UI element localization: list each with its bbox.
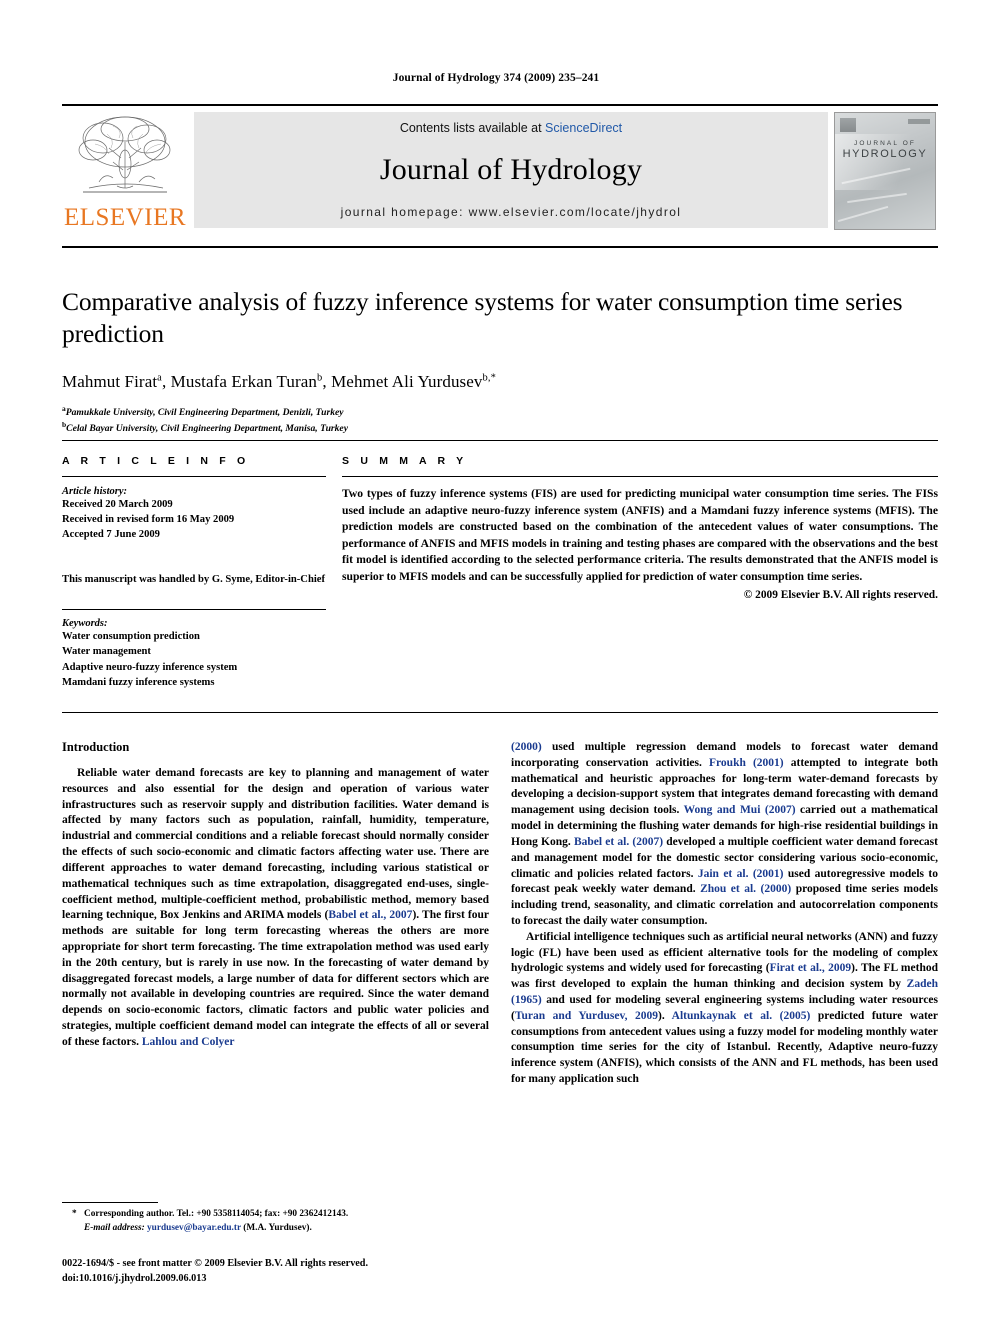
paragraph: (2000) used multiple regression demand m… bbox=[511, 740, 938, 930]
doi-line: doi:10.1016/j.jhydrol.2009.06.013 bbox=[62, 1272, 207, 1284]
summary-bottom-rule bbox=[62, 712, 938, 713]
article-history-item: Received 20 March 2009 bbox=[62, 499, 173, 510]
citation-link[interactable]: Turan and Yurdusev, 2009 bbox=[515, 1010, 658, 1022]
info-summary-columns: A R T I C L E I N F O Article history: R… bbox=[62, 455, 938, 691]
journal-homepage[interactable]: journal homepage: www.elsevier.com/locat… bbox=[341, 205, 682, 219]
corresponding-author-text: Corresponding author. Tel.: +90 53581140… bbox=[84, 1209, 349, 1219]
affiliation-list: aPamukkale University, Civil Engineering… bbox=[62, 404, 938, 436]
front-matter-line: 0022-1694/$ - see front matter © 2009 El… bbox=[62, 1258, 369, 1269]
citation-link[interactable]: Lahlou and Colyer bbox=[142, 1036, 235, 1048]
article-info-column: A R T I C L E I N F O Article history: R… bbox=[62, 455, 326, 691]
elsevier-wordmark: ELSEVIER bbox=[63, 204, 187, 231]
journal-cover-cell: JOURNAL OF HYDROLOGY bbox=[834, 112, 938, 232]
affiliation-item: aPamukkale University, Civil Engineering… bbox=[62, 404, 938, 420]
summary-heading: S U M M A R Y bbox=[342, 455, 468, 467]
footnote-marker-icon: * bbox=[72, 1209, 77, 1219]
article-history-item: Received in revised form 16 May 2009 bbox=[62, 514, 235, 526]
email-owner: (M.A. Yurdusev). bbox=[240, 1222, 312, 1233]
email-label: E-mail address: bbox=[84, 1222, 145, 1233]
cover-streak bbox=[847, 192, 907, 204]
article-history-label: Article history: bbox=[62, 486, 128, 497]
body-right-column: (2000) used multiple regression demand m… bbox=[511, 740, 938, 1088]
contents-available-line: Contents lists available at ScienceDirec… bbox=[400, 121, 622, 135]
summary-rule bbox=[342, 476, 938, 477]
keyword-item: Mamdani fuzzy inference systems bbox=[62, 677, 215, 689]
affiliation-text: Celal Bayar University, Civil Engineerin… bbox=[66, 423, 348, 435]
author-name: Mahmut Firat bbox=[62, 372, 158, 392]
citation-link[interactable]: Zhou et al. (2000) bbox=[700, 883, 791, 895]
cover-barcode-icon bbox=[908, 119, 930, 124]
paragraph: Reliable water demand forecasts are key … bbox=[62, 766, 489, 1051]
citation-link[interactable]: Babel et al., 2007 bbox=[328, 909, 412, 921]
cover-streak bbox=[837, 205, 889, 223]
email-link[interactable]: yurdusev@bayar.edu.tr bbox=[147, 1223, 241, 1233]
running-head: Journal of Hydrology 374 (2009) 235–241 bbox=[392, 72, 600, 84]
keyword-item: Adaptive neuro-fuzzy inference system bbox=[62, 661, 238, 673]
info-top-rule bbox=[62, 440, 938, 441]
author-name: Mustafa Erkan Turan bbox=[170, 372, 318, 392]
paragraph-text: Reliable water demand forecasts are key … bbox=[62, 767, 489, 922]
article-history-item: Accepted 7 June 2009 bbox=[62, 529, 160, 541]
paragraph: Artificial intelligence techniques such … bbox=[511, 930, 938, 1088]
journal-cover-thumbnail: JOURNAL OF HYDROLOGY bbox=[834, 112, 936, 230]
affiliation-item: bCelal Bayar University, Civil Engineeri… bbox=[62, 420, 938, 436]
paper-page: Journal of Hydrology 374 (2009) 235–241 bbox=[0, 0, 992, 1323]
sciencedirect-link[interactable]: ScienceDirect bbox=[545, 121, 622, 135]
keywords-label: Keywords: bbox=[62, 618, 108, 630]
page-title: Comparative analysis of fuzzy inference … bbox=[62, 287, 903, 349]
keywords-rule bbox=[62, 609, 326, 611]
body-left-column: Introduction Reliable water demand forec… bbox=[62, 740, 489, 1088]
citation-link[interactable]: Altunkaynak et al. (2005) bbox=[672, 1010, 811, 1022]
footnote-body: Corresponding author. Tel.: +90 53581140… bbox=[62, 1208, 492, 1236]
citation-link[interactable]: Jain et al. (2001) bbox=[698, 868, 784, 880]
cover-title: JOURNAL OF HYDROLOGY bbox=[835, 140, 935, 160]
author-separator: , bbox=[161, 372, 171, 392]
citation-link[interactable]: Froukh (2001) bbox=[709, 757, 784, 769]
paragraph-text: ). The first four methods are suitable f… bbox=[62, 909, 489, 1048]
footnote-rule bbox=[62, 1202, 158, 1203]
article-info-heading: A R T I C L E I N F O bbox=[62, 455, 250, 467]
contents-prefix: Contents lists available at bbox=[399, 121, 546, 135]
paragraph-text: ). bbox=[658, 1009, 672, 1022]
author-affil-mark: b,* bbox=[482, 372, 496, 384]
author-name: Mehmet Ali Yurdusev bbox=[331, 372, 483, 392]
abstract-text: Two types of fuzzy inference systems (FI… bbox=[342, 487, 938, 583]
corresponding-author-footnote: * Corresponding author. Tel.: +90 535811… bbox=[62, 1208, 492, 1236]
citation-link[interactable]: Firat et al., 2009 bbox=[770, 962, 852, 974]
author-separator: , bbox=[322, 372, 332, 392]
article-info-rule bbox=[62, 476, 326, 477]
author-list: Mahmut Firata, Mustafa Erkan Turanb, Meh… bbox=[62, 372, 938, 392]
masthead-bottom-rule bbox=[62, 246, 938, 248]
citation-link[interactable]: Wong and Mui (2007) bbox=[684, 804, 796, 816]
cover-elsevier-mark-icon bbox=[840, 118, 856, 132]
citation-link[interactable]: (2000) bbox=[511, 741, 542, 753]
handled-by-note: This manuscript was handled by G. Syme, … bbox=[62, 574, 326, 586]
summary-column: S U M M A R Y Two types of fuzzy inferen… bbox=[342, 455, 938, 691]
cover-title-line1: JOURNAL OF bbox=[854, 140, 916, 147]
masthead-center: Contents lists available at ScienceDirec… bbox=[194, 112, 828, 228]
affiliation-text: Pamukkale University, Civil Engineering … bbox=[65, 407, 344, 419]
page-footer: 0022-1694/$ - see front matter © 2009 El… bbox=[62, 1257, 522, 1287]
keyword-item: Water management bbox=[62, 646, 151, 658]
body-columns: Introduction Reliable water demand forec… bbox=[62, 740, 938, 1088]
journal-title: Journal of Hydrology bbox=[379, 153, 643, 186]
elsevier-logo: ELSEVIER bbox=[62, 112, 188, 232]
citation-link[interactable]: Babel et al. (2007) bbox=[574, 836, 663, 848]
elsevier-tree-icon bbox=[78, 116, 171, 193]
journal-masthead: ELSEVIER Contents lists available at Sci… bbox=[62, 104, 938, 232]
copyright-line: © 2009 Elsevier B.V. All rights reserved… bbox=[743, 589, 938, 602]
cover-title-line2: HYDROLOGY bbox=[842, 148, 928, 160]
title-block: Comparative analysis of fuzzy inference … bbox=[62, 286, 938, 436]
keyword-item: Water consumption prediction bbox=[62, 631, 200, 643]
section-heading-introduction: Introduction bbox=[62, 740, 130, 754]
